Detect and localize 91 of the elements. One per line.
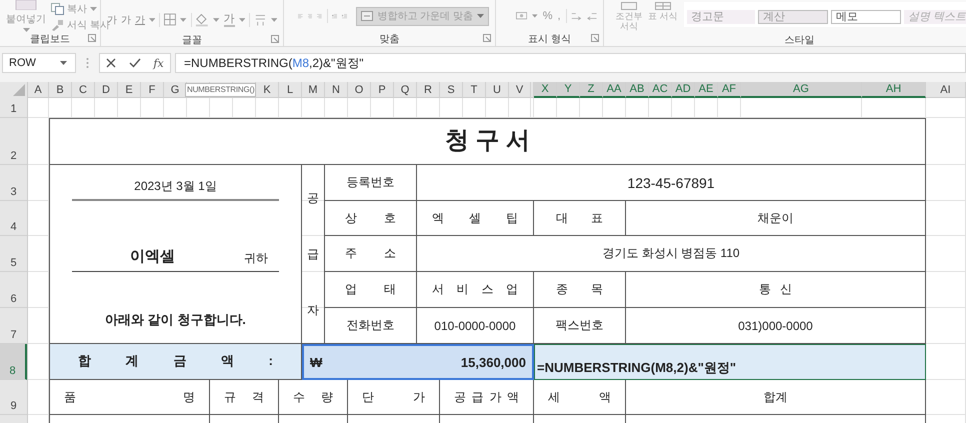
total-label: 합 계 금 액 : (49, 344, 302, 380)
caret-icon (270, 18, 277, 22)
field-label: 대 표 (534, 201, 626, 236)
row-header[interactable]: 8 (0, 344, 27, 380)
indent-decrease-icon[interactable] (332, 11, 338, 21)
editing-cell[interactable]: =NUMBERSTRING(M8,2)&"원정" (534, 344, 926, 380)
row-header[interactable]: 5 (0, 236, 27, 272)
column-header[interactable]: AB (626, 82, 649, 98)
dialog-launcher-icon[interactable] (88, 34, 96, 42)
caret-icon (213, 18, 220, 22)
column-heading: 품 명 (49, 380, 210, 415)
field-label: 업 태 (325, 272, 417, 308)
row-header[interactable]: 3 (0, 165, 27, 201)
field-value: 경기도 화성시 병점동 110 (417, 236, 926, 272)
copy-icon (51, 3, 64, 15)
column-header[interactable]: AH (862, 82, 926, 98)
group-label: 스타일 (784, 34, 814, 46)
honorific-text: 귀하 (233, 236, 279, 272)
align-right-icon[interactable] (317, 11, 322, 21)
fill-bucket-icon[interactable] (195, 12, 210, 26)
field-label: 전화번호 (325, 308, 417, 344)
invoice-message: 아래와 같이 청구합니다. (104, 311, 247, 329)
column-heading: 수 량 (279, 380, 348, 415)
total-amount: 15,360,000 (460, 354, 526, 370)
indent-increase-icon[interactable] (342, 11, 348, 21)
caret-icon (22, 28, 30, 32)
dialog-launcher-icon[interactable] (591, 34, 599, 42)
field-value: 031)000-0000 (626, 308, 926, 344)
name-box[interactable]: ROW (2, 53, 76, 73)
column-header[interactable]: AC (649, 82, 672, 98)
insert-function-button[interactable]: fx (153, 56, 164, 70)
formula-field[interactable]: =NUMBERSTRING(M8,2)&"원정" (175, 53, 966, 73)
column-heading: 단 가 (348, 380, 440, 415)
field-value: 010-0000-0000 (417, 308, 534, 344)
caret-icon (477, 14, 484, 18)
function-tooltip: NUMBERSTRING() (185, 83, 256, 97)
border-icon[interactable] (164, 13, 176, 26)
cell-style-item[interactable]: 메모 (831, 10, 901, 24)
column-header[interactable]: AE (695, 82, 718, 98)
invoice-title: 청 구 서 (49, 118, 926, 165)
field-value: 서 비 스 업 (417, 272, 534, 308)
merge-icon (361, 11, 374, 21)
recipient-name: 이엑셀 (72, 236, 233, 272)
field-label: 종 목 (534, 272, 626, 308)
grip-icon (86, 57, 89, 69)
triangle-icon (13, 84, 25, 96)
column-heading: 규 격 (210, 380, 279, 415)
field-value: 123-45-67891 (417, 165, 926, 201)
field-label: 주 소 (325, 236, 417, 272)
group-label: 클립보드 (30, 32, 70, 46)
brush-icon (51, 19, 64, 31)
close-icon[interactable] (106, 58, 116, 68)
group-label: 글꼴 (182, 34, 202, 46)
column-header[interactable]: AG (741, 82, 862, 98)
field-label: 팩스번호 (534, 308, 626, 344)
currency-icon[interactable] (516, 10, 528, 22)
dialog-launcher-icon[interactable] (483, 34, 491, 42)
column-header[interactable]: AA (603, 82, 626, 98)
column-header[interactable]: Y (557, 82, 580, 98)
dialog-launcher-icon[interactable] (271, 35, 279, 43)
caret-icon (238, 18, 245, 22)
column-header[interactable]: AF (718, 82, 741, 98)
field-label: 상 호 (325, 201, 417, 236)
row-header[interactable]: 4 (0, 201, 27, 236)
invoice-date: 2023년 3월 1일 (72, 165, 279, 201)
caret-icon (532, 14, 538, 18)
field-value: 엑 셀 팁 (417, 201, 534, 236)
column-header[interactable]: AD (672, 82, 695, 98)
column-heading: 세 액 (534, 380, 626, 415)
check-icon[interactable] (128, 58, 141, 68)
align-center-icon[interactable] (308, 11, 312, 21)
field-value: 채운이 (626, 201, 926, 236)
column-heading: 합계 (626, 380, 926, 415)
group-label: 표시 형식 (528, 32, 571, 46)
column-header[interactable]: X (534, 82, 557, 98)
align-left-icon[interactable] (298, 11, 303, 21)
total-amount-cell[interactable]: ₩ 15,360,000 (302, 344, 534, 380)
caret-icon (149, 18, 156, 22)
caret-icon (180, 18, 187, 22)
caret-icon (90, 7, 97, 11)
row-header[interactable]: 6 (0, 272, 27, 308)
row-header[interactable]: 9 (0, 380, 27, 415)
column-header[interactable]: Z (580, 82, 603, 98)
column-heading: 공 급 가 액 (440, 380, 534, 415)
caret-icon (60, 61, 67, 65)
field-label: 등록번호 (325, 165, 417, 201)
field-value: 통 신 (626, 272, 926, 308)
currency-symbol: ₩ (310, 354, 322, 370)
row-header[interactable]: 2 (0, 118, 27, 165)
group-label: 맞춤 (380, 32, 400, 46)
row-header[interactable]: 1 (0, 98, 27, 118)
